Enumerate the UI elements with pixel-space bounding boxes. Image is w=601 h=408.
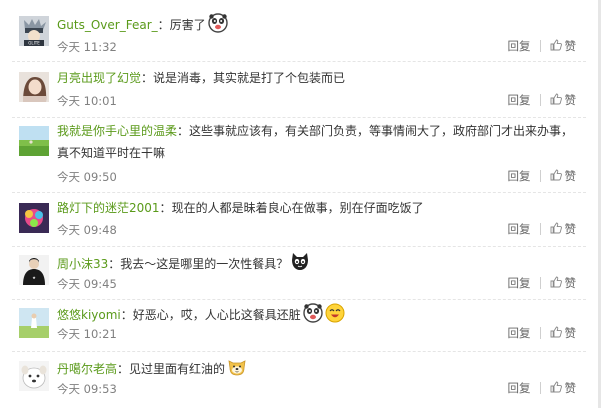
reply-button[interactable]: 回复 [508, 92, 531, 108]
comment-item: 丹噶尔老高：见过里面有红油的 今天 09:53 回复 赞 [0, 352, 598, 408]
thumbs-up-icon [550, 276, 562, 291]
reply-button[interactable]: 回复 [508, 38, 531, 54]
comment-text: 我去～这是哪里的一次性餐具？ [120, 257, 289, 271]
comment-separator: ： [157, 18, 170, 32]
comment-username[interactable]: 月亮出现了幻觉 [57, 71, 141, 85]
comment-timestamp: 今天 09:45 [57, 277, 117, 291]
reply-button[interactable]: 回复 [508, 275, 531, 291]
comment-text: 现在的人都是昧着良心在做事，别在仔面吃饭了 [171, 201, 424, 215]
comment-username[interactable]: Guts_Over_Fear_ [57, 18, 158, 32]
avatar[interactable] [19, 126, 49, 156]
like-button[interactable]: 赞 [550, 38, 576, 54]
comment-text-continued: 真不知道平时在干嘛 [57, 146, 166, 160]
comment-item: 路灯下的迷茫2001：现在的人都是昧着良心在做事，别在仔面吃饭了 今天 09:4… [0, 193, 598, 247]
black-cat-face-icon [290, 252, 310, 277]
comment-text: 厉害了 [169, 18, 206, 32]
comment-separator: ： [141, 71, 154, 85]
thumbs-up-icon [550, 39, 562, 54]
like-button[interactable]: 赞 [550, 325, 576, 341]
divider [539, 170, 541, 182]
divider [539, 277, 541, 289]
comment-text: 说是消毒，其实就是打了个包装而已 [153, 71, 346, 85]
avatar[interactable] [19, 308, 49, 338]
divider [539, 382, 541, 394]
comment-separator: ： [177, 124, 190, 138]
panda-face-icon [303, 303, 323, 328]
comment-text: 这些事就应该有，有关部门负责，等事情闹大了，政府部门才出来办事， [189, 124, 574, 138]
like-button[interactable]: 赞 [550, 275, 576, 291]
thumbs-up-icon [550, 93, 562, 108]
like-button[interactable]: 赞 [550, 168, 576, 184]
comment-username[interactable]: 悠悠kiyomi [57, 308, 121, 322]
divider [539, 223, 541, 235]
avatar[interactable] [19, 72, 49, 102]
like-button[interactable]: 赞 [550, 380, 576, 396]
svg-text:GLITE: GLITE [28, 41, 40, 46]
comment-username[interactable]: 我就是你手心里的温柔 [57, 124, 177, 138]
comment-separator: ： [117, 362, 130, 376]
thumbs-up-icon [550, 381, 562, 396]
comment-text: 好恶心，哎，人心比这餐具还脏 [132, 308, 301, 322]
comment-separator: ： [159, 201, 172, 215]
divider [539, 94, 541, 106]
dog-face-icon [227, 357, 247, 382]
comment-text: 见过里面有红油的 [129, 362, 226, 376]
comment-timestamp: 今天 11:32 [57, 40, 117, 54]
comment-timestamp: 今天 09:48 [57, 223, 117, 237]
laughing-face-icon [325, 303, 345, 328]
comment-list: GLITE Guts_Over_Fear_：厉害了 今天 11:32 回复赞 月… [0, 0, 601, 408]
avatar[interactable]: GLITE [19, 16, 49, 46]
avatar[interactable] [19, 361, 49, 391]
divider [539, 40, 541, 52]
thumbs-up-icon [550, 222, 562, 237]
comment-item: GLITE Guts_Over_Fear_：厉害了 今天 11:32 回复 赞 [0, 0, 598, 62]
panda-face-icon [207, 13, 228, 38]
comment-separator: ： [108, 257, 121, 271]
comment-username[interactable]: 丹噶尔老高 [57, 362, 117, 376]
comment-username[interactable]: 周小沫33 [57, 257, 108, 271]
reply-button[interactable]: 回复 [508, 325, 531, 341]
comment-timestamp: 今天 09:50 [57, 170, 117, 184]
thumbs-up-icon [550, 326, 562, 341]
comment-username[interactable]: 路灯下的迷茫2001 [57, 201, 160, 215]
reply-button[interactable]: 回复 [508, 221, 531, 237]
comment-item: 悠悠kiyomi：好恶心，哎，人心比这餐具还脏 今天 10:21 回复 赞 [0, 300, 598, 352]
like-button[interactable]: 赞 [550, 221, 576, 237]
like-button[interactable]: 赞 [550, 92, 576, 108]
comment-item: ★ 周小沫33：我去～这是哪里的一次性餐具？ 今天 09:45 回复 赞 [0, 247, 598, 300]
reply-button[interactable]: 回复 [508, 380, 531, 396]
thumbs-up-icon [550, 169, 562, 184]
avatar[interactable]: ★ [19, 255, 49, 285]
divider [539, 327, 541, 339]
comment-separator: ： [120, 308, 133, 322]
svg-text:★: ★ [32, 275, 36, 280]
comment-timestamp: 今天 09:53 [57, 382, 117, 396]
comment-item: 我就是你手心里的温柔：这些事就应该有，有关部门负责，等事情闹大了，政府部门才出来… [0, 118, 598, 193]
reply-button[interactable]: 回复 [508, 168, 531, 184]
comment-timestamp: 今天 10:01 [57, 94, 117, 108]
comment-timestamp: 今天 10:21 [57, 327, 117, 341]
avatar[interactable] [19, 203, 49, 233]
comment-item: 月亮出现了幻觉：说是消毒，其实就是打了个包装而已 今天 10:01 回复 赞 [0, 62, 598, 118]
